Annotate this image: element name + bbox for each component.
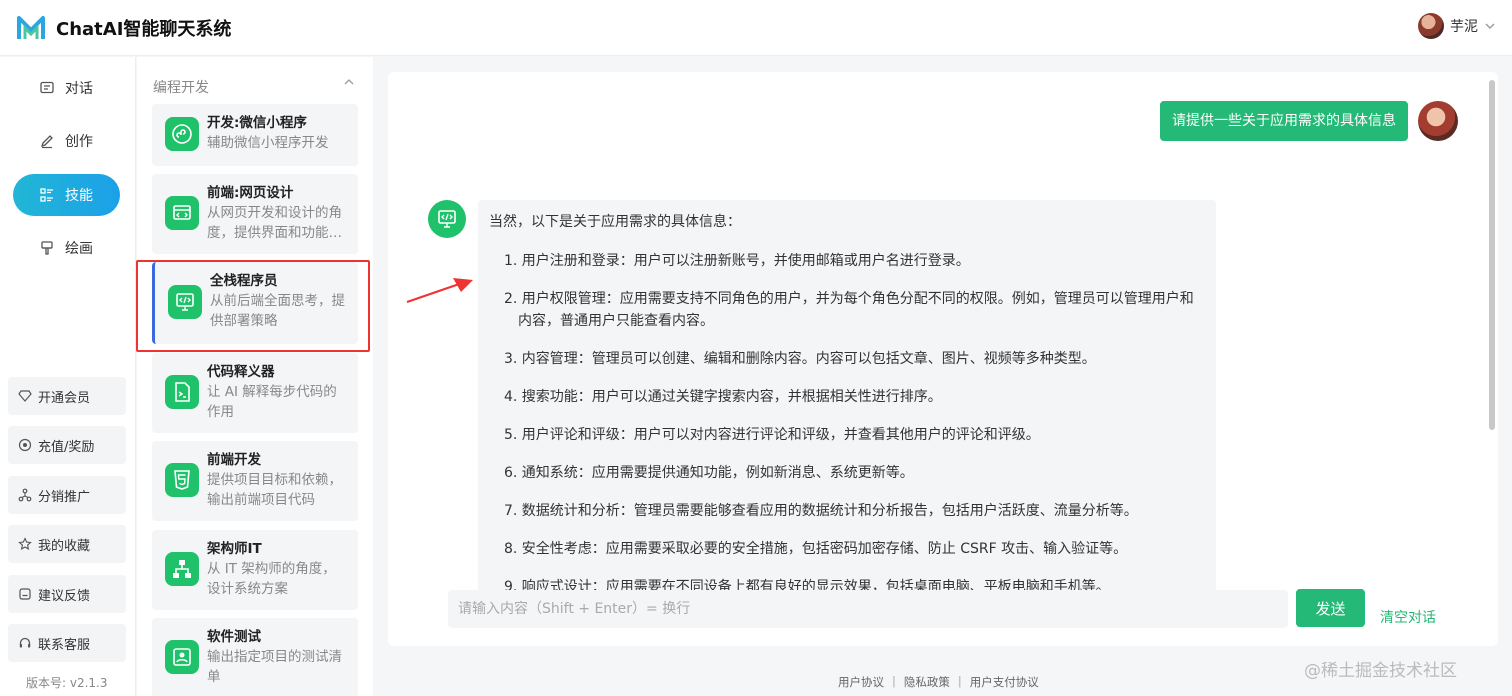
skill-card-fullstack[interactable]: 全栈程序员 从前后端全面思考，提供部署策略 bbox=[152, 262, 358, 344]
nav-label: 绘画 bbox=[65, 241, 93, 257]
vip-button[interactable]: 开通会员 bbox=[8, 377, 126, 415]
chevron-up-icon[interactable] bbox=[343, 76, 355, 88]
bot-list: 1. 用户注册和登录：用户可以注册新账号，并使用邮箱或用户名进行登录。 2. 用… bbox=[489, 250, 1206, 592]
chat-icon bbox=[40, 81, 54, 94]
footer-link-payment[interactable]: 用户支付协议 bbox=[970, 674, 1039, 690]
skill-title: 软件测试 bbox=[207, 629, 261, 645]
scrollbar[interactable] bbox=[1489, 80, 1495, 430]
red-arrow-annotation bbox=[406, 278, 473, 304]
code-monitor-icon bbox=[168, 285, 202, 319]
user-menu[interactable]: 芋泥 bbox=[1418, 13, 1496, 39]
skill-desc: 从 IT 架构师的角度，设计系统方案 bbox=[207, 561, 336, 597]
skill-desc: 辅助微信小程序开发 bbox=[207, 135, 329, 151]
footer-link-privacy[interactable]: 隐私政策 bbox=[904, 674, 950, 690]
side-btn-label: 充值/奖励 bbox=[38, 439, 95, 455]
version-label: 版本号: v2.1.3 bbox=[26, 676, 108, 690]
divider: | bbox=[892, 674, 896, 688]
distribution-button[interactable]: 分销推广 bbox=[8, 476, 126, 514]
nav-item-skills[interactable]: 技能 bbox=[13, 174, 120, 216]
chat-input[interactable] bbox=[448, 590, 1288, 628]
side-btn-label: 我的收藏 bbox=[38, 538, 91, 554]
skill-desc: 输出指定项目的测试清单 bbox=[207, 649, 342, 685]
watermark: @稀土掘金技术社区 bbox=[1304, 661, 1457, 681]
nav-label: 创作 bbox=[65, 134, 93, 150]
user-name: 芋泥 bbox=[1450, 19, 1478, 35]
skill-card-testing[interactable]: 软件测试 输出指定项目的测试清单 bbox=[152, 618, 358, 696]
code-file-icon bbox=[165, 375, 199, 409]
favorites-button[interactable]: 我的收藏 bbox=[8, 525, 126, 563]
html5-icon bbox=[165, 463, 199, 497]
skill-desc: 从网页开发和设计的角度，提供界面和功能… bbox=[207, 205, 342, 241]
send-button[interactable]: 发送 bbox=[1296, 589, 1365, 627]
skill-title: 全栈程序员 bbox=[210, 273, 278, 289]
logo-icon bbox=[17, 16, 45, 39]
left-nav: 对话 创作 技能 绘画 开通会员 充值/奖励 分销推广 我的收藏 建议反馈 联系… bbox=[0, 57, 136, 696]
skill-card-code-explainer[interactable]: 代码释义器 让 AI 解释每步代码的作用 bbox=[152, 353, 358, 433]
footer-link-terms[interactable]: 用户协议 bbox=[838, 674, 884, 690]
skill-desc: 从前后端全面思考，提供部署策略 bbox=[210, 293, 345, 329]
customer-service-button[interactable]: 联系客服 bbox=[8, 624, 126, 662]
skill-desc: 提供项目目标和依赖，输出前端项目代码 bbox=[207, 472, 342, 508]
feedback-icon bbox=[19, 588, 31, 600]
brush-icon bbox=[41, 241, 53, 255]
skill-title: 前端:网页设计 bbox=[207, 185, 294, 201]
feedback-button[interactable]: 建议反馈 bbox=[8, 575, 126, 613]
side-btn-label: 联系客服 bbox=[38, 637, 91, 653]
share-icon bbox=[18, 488, 32, 502]
pen-icon bbox=[40, 135, 53, 149]
test-icon bbox=[165, 640, 199, 674]
skill-card-webdesign[interactable]: 前端:网页设计 从网页开发和设计的角度，提供界面和功能… bbox=[152, 174, 358, 254]
nav-item-chat[interactable]: 对话 bbox=[13, 67, 120, 109]
skill-desc: 让 AI 解释每步代码的作用 bbox=[207, 384, 337, 420]
skill-title: 前端开发 bbox=[207, 452, 261, 468]
divider: | bbox=[957, 674, 962, 688]
app-title: ChatAI智能聊天系统 bbox=[56, 19, 232, 40]
nav-item-create[interactable]: 创作 bbox=[13, 120, 120, 162]
webpage-icon bbox=[165, 196, 199, 230]
list-item: 8. 安全性考虑：应用需要采取必要的安全措施，包括密码加密存储、防止 CSRF … bbox=[504, 541, 1128, 557]
user-avatar bbox=[1418, 13, 1444, 39]
skills-icon bbox=[40, 188, 53, 202]
skills-category-title: 编程开发 bbox=[153, 80, 209, 96]
diamond-icon bbox=[18, 390, 32, 402]
header: ChatAI智能聊天系统 芋泥 bbox=[0, 0, 1512, 56]
list-item: 4. 搜索功能：用户可以通过关键字搜索内容，并根据相关性进行排序。 bbox=[504, 389, 942, 405]
list-item: 2. 用户权限管理：应用需要支持不同角色的用户，并为每个角色分配不同的权限。例如… bbox=[504, 291, 1194, 329]
footer-links: 用户协议 | 隐私政策 | 用户支付协议 bbox=[838, 674, 1039, 690]
skill-title: 代码释义器 bbox=[207, 364, 275, 380]
recharge-icon bbox=[18, 438, 32, 452]
skill-card-frontend[interactable]: 前端开发 提供项目目标和依赖，输出前端项目代码 bbox=[152, 441, 358, 521]
user-message-bubble: 请提供一些关于应用需求的具体信息 bbox=[1160, 101, 1408, 141]
headset-icon bbox=[19, 637, 31, 648]
list-item: 6. 通知系统：应用需要提供通知功能，例如新消息、系统更新等。 bbox=[504, 465, 914, 481]
recharge-button[interactable]: 充值/奖励 bbox=[8, 426, 126, 464]
side-btn-label: 建议反馈 bbox=[38, 588, 91, 604]
list-item: 1. 用户注册和登录：用户可以注册新账号，并使用邮箱或用户名进行登录。 bbox=[504, 253, 970, 269]
skill-card-miniprogram[interactable]: 开发:微信小程序 辅助微信小程序开发 bbox=[152, 104, 358, 166]
user-chat-avatar bbox=[1418, 101, 1458, 141]
skill-title: 开发:微信小程序 bbox=[207, 115, 307, 131]
skills-panel: 编程开发 开发:微信小程序 辅助微信小程序开发 前端:网页设计 从网页开发和设计… bbox=[137, 57, 373, 696]
side-btn-label: 分销推广 bbox=[38, 489, 91, 505]
clear-chat-button[interactable]: 清空对话 bbox=[1380, 607, 1436, 627]
chevron-down-icon bbox=[1485, 23, 1495, 29]
nav-label: 对话 bbox=[65, 81, 93, 97]
list-item: 7. 数据统计和分析：管理员需要能够查看应用的数据统计和分析报告，包括用户活跃度… bbox=[504, 503, 1138, 519]
skill-title: 架构师IT bbox=[207, 541, 262, 557]
architecture-icon bbox=[165, 552, 199, 586]
list-item: 3. 内容管理：管理员可以创建、编辑和删除内容。内容可以包括文章、图片、视频等多… bbox=[504, 351, 1096, 367]
miniprogram-icon bbox=[165, 117, 199, 151]
nav-label: 技能 bbox=[65, 188, 93, 204]
bot-message-bubble: 当然，以下是关于应用需求的具体信息： 1. 用户注册和登录：用户可以注册新账号，… bbox=[478, 200, 1216, 592]
nav-item-paint[interactable]: 绘画 bbox=[13, 227, 120, 269]
star-icon bbox=[18, 537, 32, 550]
chat-panel: 请提供一些关于应用需求的具体信息 当然，以下是关于应用需求的具体信息： 1. 用… bbox=[388, 72, 1498, 646]
bot-intro: 当然，以下是关于应用需求的具体信息： bbox=[489, 214, 741, 230]
side-btn-label: 开通会员 bbox=[38, 390, 91, 406]
skill-card-architect[interactable]: 架构师IT 从 IT 架构师的角度，设计系统方案 bbox=[152, 530, 358, 610]
bot-avatar-icon bbox=[428, 200, 466, 238]
list-item: 5. 用户评论和评级：用户可以对内容进行评论和评级，并查看其他用户的评论和评级。 bbox=[504, 427, 1040, 443]
